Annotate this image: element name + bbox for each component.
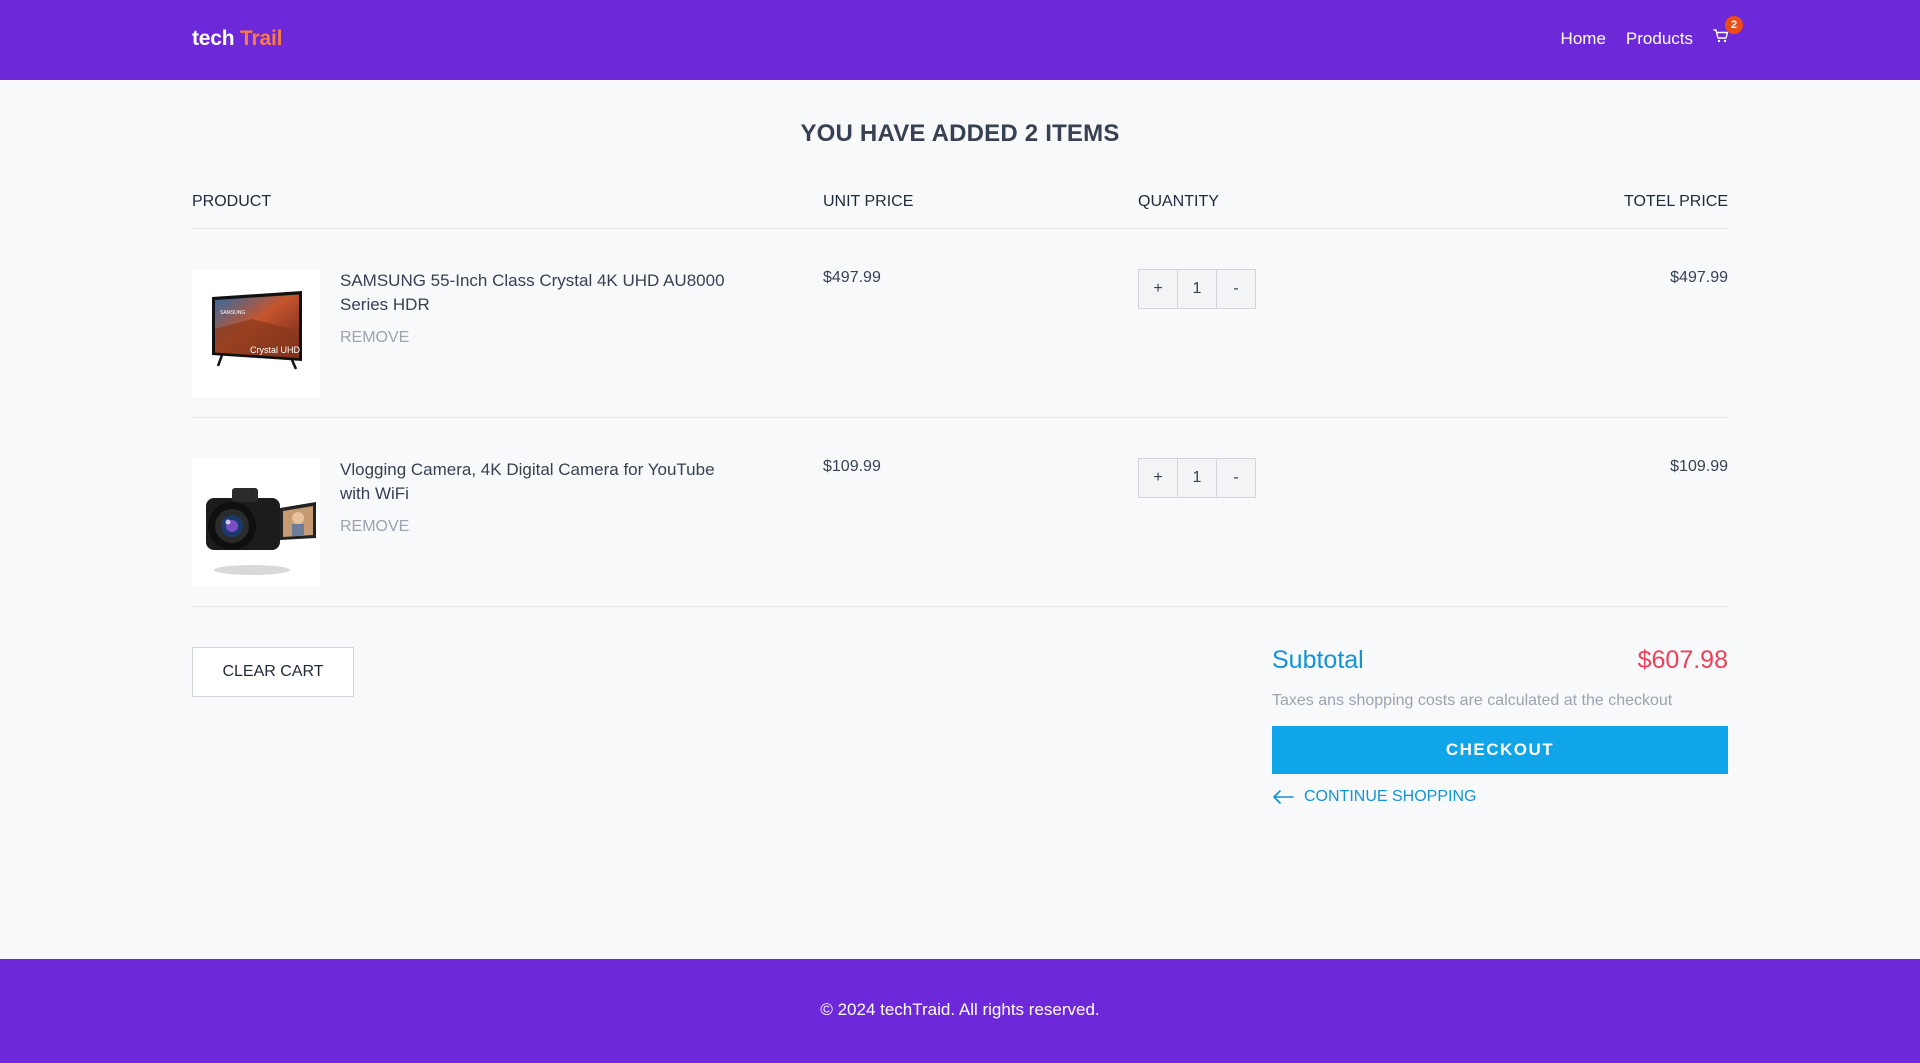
arrow-left-icon (1273, 790, 1294, 804)
cart-row: Vlogging Camera, 4K Digital Camera for Y… (192, 418, 1728, 607)
remove-button[interactable]: REMOVE (340, 518, 409, 536)
column-header-quantity: QUANTITY (1138, 193, 1219, 210)
tax-note: Taxes ans shopping costs are calculated … (1272, 692, 1673, 709)
cart-count-badge: 2 (1725, 16, 1743, 34)
subtotal-value: $607.98 (1637, 646, 1728, 674)
unit-price: $109.99 (823, 458, 881, 475)
site-footer: © 2024 techTraid. All rights reserved. (0, 959, 1920, 1063)
unit-price: $497.99 (823, 269, 881, 286)
continue-shopping-link[interactable]: CONTINUE SHOPPING (1272, 788, 1476, 806)
quantity-stepper: + 1 - (1138, 269, 1256, 309)
logo-main: tech (192, 27, 235, 50)
product-name[interactable]: Vlogging Camera, 4K Digital Camera for Y… (340, 458, 740, 506)
logo-accent: Trail (240, 27, 283, 50)
page-title: YOU HAVE ADDED 2 ITEMS (800, 120, 1120, 147)
quantity-value: 1 (1177, 458, 1217, 498)
copyright: © 2024 techTraid. All rights reserved. (820, 1000, 1100, 1019)
column-header-total-price: TOTEL PRICE (1623, 193, 1728, 210)
quantity-value: 1 (1177, 269, 1217, 309)
cart-row: SAMSUNG Crystal UHD SAMSUNG 55-Inch Clas… (192, 229, 1728, 418)
total-price: $109.99 (1670, 458, 1728, 475)
total-price: $497.99 (1670, 269, 1728, 286)
subtotal-row: Subtotal $607.98 (1272, 646, 1728, 680)
subtotal-label: Subtotal (1272, 646, 1364, 674)
decrease-quantity-button[interactable]: - (1216, 458, 1256, 498)
quantity-stepper: + 1 - (1138, 458, 1256, 498)
cart-button[interactable]: 2 (1713, 16, 1743, 50)
column-header-product: PRODUCT (192, 193, 272, 210)
logo[interactable]: tech Trail (192, 27, 282, 51)
clear-cart-button[interactable]: CLEAR CART (192, 647, 354, 697)
remove-button[interactable]: REMOVE (340, 329, 409, 347)
checkout-button[interactable]: CHECKOUT (1272, 726, 1728, 774)
increase-quantity-button[interactable]: + (1138, 458, 1178, 498)
product-name[interactable]: SAMSUNG 55-Inch Class Crystal 4K UHD AU8… (340, 269, 740, 317)
site-header: tech Trail Home Products 2 (0, 0, 1920, 80)
product-image-tv[interactable]: SAMSUNG Crystal UHD (192, 269, 320, 397)
main-nav: Home Products 2 (1561, 16, 1743, 50)
product-image-camera[interactable] (192, 458, 320, 586)
svg-text:SAMSUNG: SAMSUNG (220, 310, 245, 316)
decrease-quantity-button[interactable]: - (1216, 269, 1256, 309)
nav-products[interactable]: Products (1626, 29, 1693, 49)
cart-table-header: PRODUCT UNIT PRICE QUANTITY TOTEL PRICE (192, 193, 1728, 229)
increase-quantity-button[interactable]: + (1138, 269, 1178, 309)
nav-home[interactable]: Home (1561, 29, 1606, 49)
continue-shopping-label: CONTINUE SHOPPING (1304, 788, 1477, 805)
order-summary: Subtotal $607.98 Taxes ans shopping cost… (1272, 646, 1728, 805)
svg-text:Crystal UHD: Crystal UHD (250, 345, 301, 355)
column-header-unit-price: UNIT PRICE (823, 193, 914, 210)
